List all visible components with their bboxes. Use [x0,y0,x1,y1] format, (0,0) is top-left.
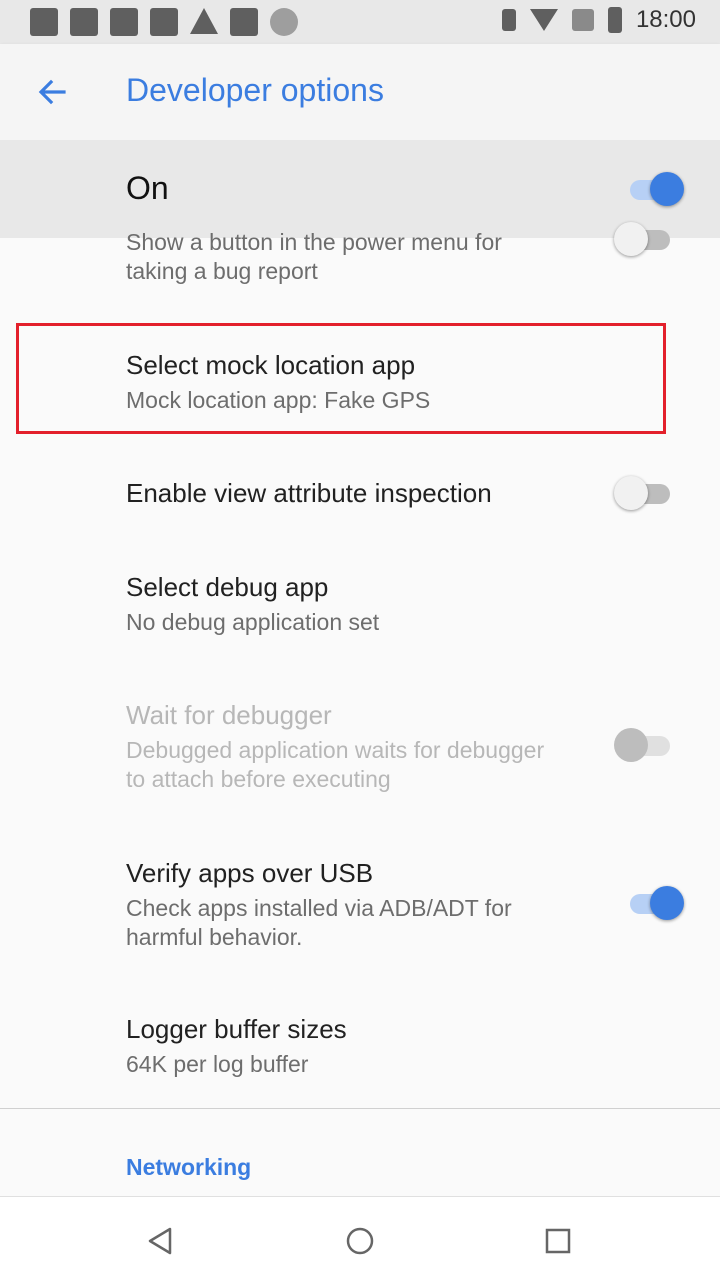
setting-summary: Check apps installed via ADB/ADT for har… [126,894,512,952]
bug-report-shortcut-toggle[interactable] [614,220,674,256]
setting-title: Wait for debugger [126,700,332,730]
divider [0,1108,720,1109]
gallery-icon [30,8,58,36]
switch-thumb [614,222,648,256]
summary-line: Check apps installed via ADB/ADT for [126,895,512,921]
gmail-icon [110,8,138,36]
circle-home-icon [346,1227,374,1255]
nav-back-button[interactable] [136,1217,184,1265]
wait-for-debugger-toggle [614,726,674,762]
page-title: Developer options [126,72,384,108]
no-sim-icon [571,9,594,31]
switch-thumb [614,476,648,510]
setting-summary: 64K per log buffer [126,1051,309,1077]
summary-line: taking a bug report [126,258,318,284]
setting-wait-for-debugger: Wait for debugger Debugged application w… [0,688,720,798]
setting-verify-apps-over-usb[interactable]: Verify apps over USB Check apps installe… [0,846,720,956]
system-status: 18:00 [501,6,696,34]
setting-title: Verify apps over USB [126,858,374,888]
summary-line: harmful behavior. [126,924,303,950]
category-header-networking: Networking [126,1154,252,1180]
gmail-icon [70,8,98,36]
sync-icon [270,8,298,36]
triangle-back-icon [148,1227,172,1255]
arrow-left-icon [38,79,66,105]
setting-logger-buffer-sizes[interactable]: Logger buffer sizes 64K per log buffer [0,1002,720,1092]
nav-home-button[interactable] [336,1217,384,1265]
warning-icon [190,8,218,34]
app-bar: Developer options [0,44,720,140]
view-attribute-inspection-toggle[interactable] [614,474,674,510]
notification-icons [30,8,298,36]
verify-apps-over-usb-toggle[interactable] [626,884,686,920]
setting-select-debug-app[interactable]: Select debug app No debug application se… [0,560,720,650]
navigation-bar [0,1196,720,1281]
navigate-up-button[interactable] [28,68,76,116]
setting-summary: No debug application set [126,609,380,635]
setting-title: Enable view attribute inspection [126,478,492,508]
summary-line: Debugged application waits for debugger [126,737,545,763]
master-switch-bar[interactable]: On [0,140,720,238]
square-recents-icon [545,1228,571,1254]
clock: 18:00 [635,6,696,33]
master-switch-toggle[interactable] [626,170,686,206]
bluetooth-icon [501,9,516,31]
status-bar: 18:00 [0,0,720,44]
fake-gps-icon [230,8,258,36]
summary-line: to attach before executing [126,766,391,792]
battery-icon [607,7,622,33]
setting-summary: Show a button in the power menu for taki… [126,228,502,286]
setting-bug-report-shortcut[interactable]: Show a button in the power menu for taki… [0,222,720,308]
nav-recents-button[interactable] [534,1217,582,1265]
highlight-box [16,323,666,434]
image-icon [150,8,178,36]
setting-title: Select debug app [126,572,329,602]
master-switch-label: On [126,170,169,206]
setting-view-attribute-inspection[interactable]: Enable view attribute inspection [0,460,720,530]
switch-thumb [614,728,648,762]
switch-thumb [650,886,684,920]
switch-thumb [650,172,684,206]
setting-title: Logger buffer sizes [126,1014,347,1044]
setting-summary: Debugged application waits for debugger … [126,736,544,794]
summary-line: Show a button in the power menu for [126,229,502,255]
wifi-icon [529,9,558,31]
